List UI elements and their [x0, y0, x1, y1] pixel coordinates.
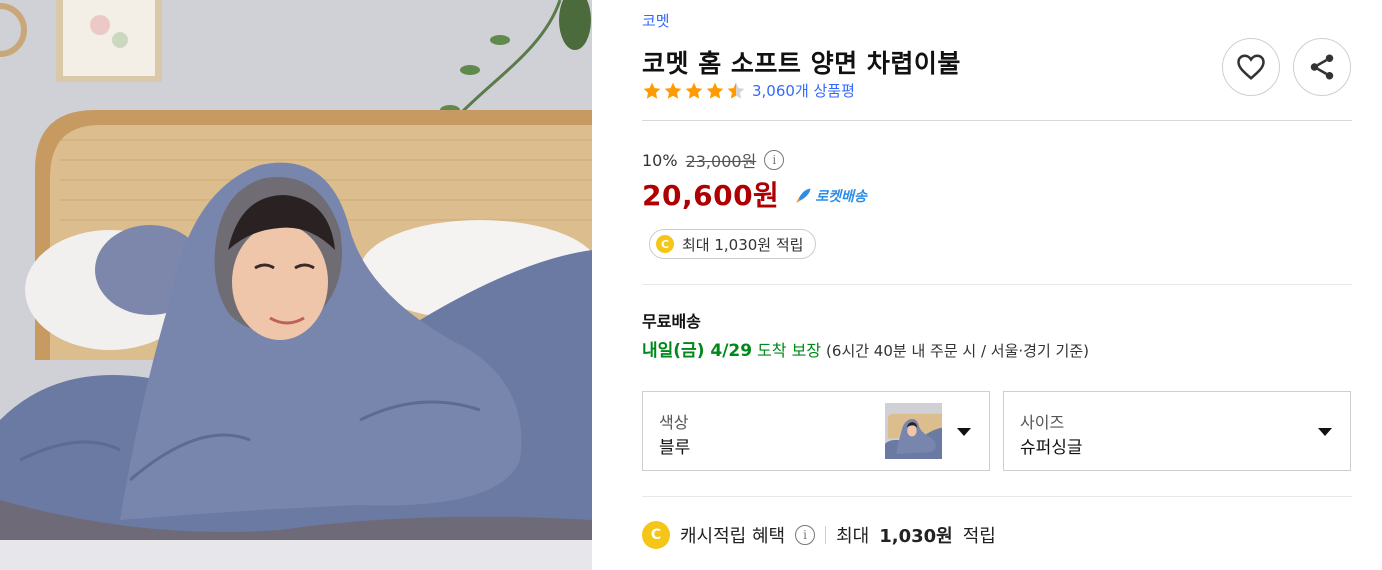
info-icon[interactable]: i	[764, 150, 785, 170]
review-count-link[interactable]: 3,060개 상품평	[752, 80, 855, 101]
star-full-icon	[685, 82, 703, 99]
size-option-label: 사이즈	[1020, 413, 1065, 432]
sale-price: 20,600원	[642, 179, 780, 212]
cash-benefit-suffix: 적립	[962, 526, 996, 547]
section-divider	[642, 120, 1352, 121]
thumbnail-illustration	[885, 403, 942, 459]
product-title: 코멧 홈 소프트 양면 차렵이불	[642, 49, 961, 78]
vertical-divider	[825, 526, 827, 544]
chevron-down-icon	[957, 428, 971, 436]
arrival-note: (6시간 40분 내 주문 시 / 서울·경기 기준)	[826, 342, 1089, 360]
discount-rate: 10%	[642, 150, 678, 170]
product-photo-illustration	[0, 0, 592, 570]
brand-link[interactable]: 코멧	[642, 10, 670, 31]
rocket-icon	[796, 188, 811, 203]
sale-price-row: 20,600원 로켓배송	[642, 174, 867, 214]
star-rating	[642, 81, 746, 101]
cash-coin-icon: C	[642, 521, 670, 549]
cash-benefit-prefix: 최대	[836, 526, 870, 547]
product-main-image[interactable]	[0, 0, 592, 570]
color-option-value: 블루	[659, 438, 691, 458]
section-divider	[642, 284, 1352, 285]
star-half-icon	[727, 82, 745, 99]
star-full-icon	[643, 82, 661, 99]
discount-row: 10% 23,000원 i	[642, 148, 785, 172]
wishlist-button[interactable]	[1222, 38, 1280, 96]
section-divider	[642, 496, 1352, 497]
star-full-icon	[706, 82, 724, 99]
arrival-guarantee: 도착 보장	[757, 341, 822, 360]
arrival-date: 내일(금) 4/29	[642, 341, 753, 361]
size-option-select[interactable]: 사이즈 슈퍼싱글	[1003, 391, 1351, 471]
arrival-info: 내일(금) 4/29 도착 보장 (6시간 40분 내 주문 시 / 서울·경기…	[642, 336, 1089, 361]
cash-reward-pill: C 최대 1,030원 적립	[649, 229, 817, 259]
size-option-value: 슈퍼싱글	[1020, 438, 1083, 458]
info-icon[interactable]: i	[795, 525, 816, 545]
cash-reward-text: 최대 1,030원 적립	[682, 235, 804, 254]
heart-icon	[1237, 54, 1265, 80]
shipping-label: 무료배송	[642, 312, 701, 331]
share-icon	[1310, 54, 1334, 80]
cash-benefit-label: 캐시적립 혜택	[680, 526, 786, 547]
color-option-label: 색상	[659, 413, 689, 432]
rocket-delivery-badge: 로켓배송	[793, 186, 867, 206]
color-option-thumbnail	[885, 403, 942, 459]
cash-benefit-row: C 캐시적립 혜택 i 최대 1,030원 적립	[642, 521, 996, 549]
share-button[interactable]	[1293, 38, 1351, 96]
rating-row[interactable]: 3,060개 상품평	[642, 80, 855, 101]
cash-benefit-amount: 1,030원	[879, 526, 953, 547]
color-option-select[interactable]: 색상 블루	[642, 391, 990, 471]
star-full-icon	[664, 82, 682, 99]
product-info-panel: 코멧 코멧 홈 소프트 양면 차렵이불 3,060개 상품평 10% 23,00…	[642, 0, 1354, 570]
cash-coin-icon: C	[656, 235, 674, 253]
chevron-down-icon	[1318, 428, 1332, 436]
original-price: 23,000원	[685, 152, 757, 171]
rocket-delivery-label: 로켓배송	[815, 189, 867, 205]
